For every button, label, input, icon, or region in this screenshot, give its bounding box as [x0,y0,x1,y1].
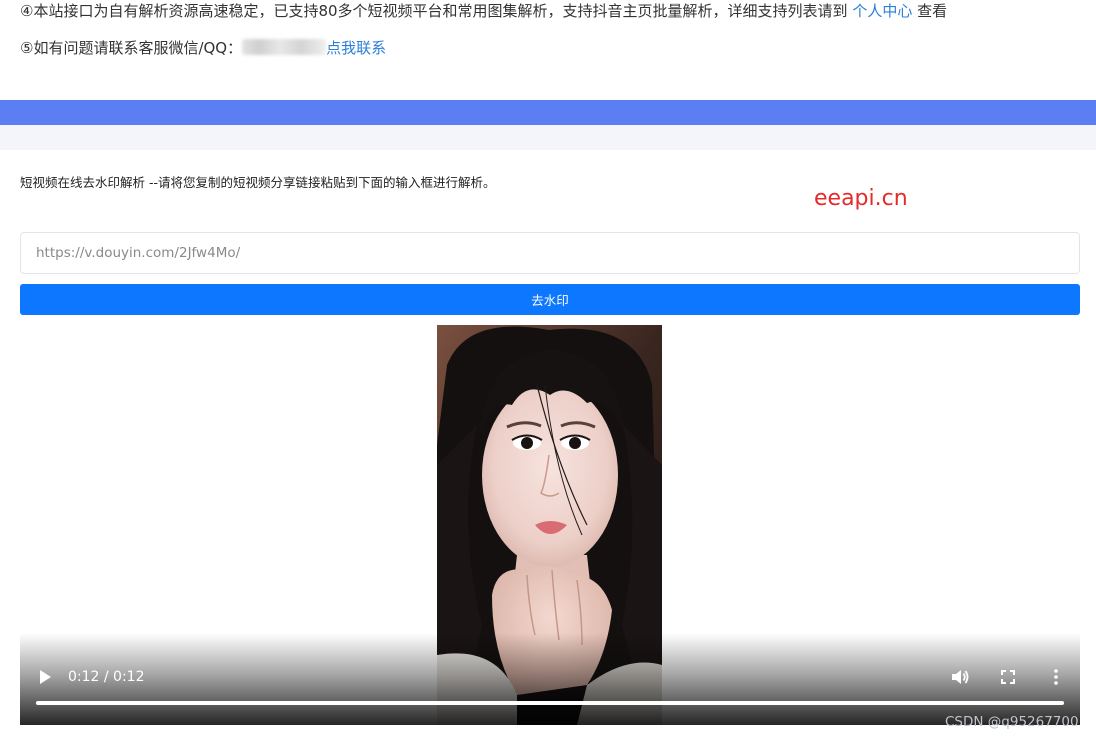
video-player[interactable]: 0:12 / 0:12 [20,325,1080,725]
csdn-author-credit: CSDN @q95267700 [945,714,1079,730]
video-progress-bar[interactable] [36,701,1064,705]
parser-instruction: 短视频在线去水印解析 --请将您复制的短视频分享链接粘贴到下面的输入框进行解析。 [20,175,496,190]
fullscreen-icon[interactable] [998,667,1018,687]
notice-item-4: ④本站接口为自有解析资源高速稳定，已支持80多个短视频平台和常用图集解析，支持抖… [20,0,947,22]
personal-center-link[interactable]: 个人中心 [852,2,912,20]
video-time-display: 0:12 / 0:12 [68,669,145,685]
notice-5-text: ⑤如有问题请联系客服微信/QQ： [20,39,243,57]
remove-watermark-button[interactable]: 去水印 [20,284,1080,315]
header-band [0,100,1096,125]
share-url-input[interactable] [20,232,1080,274]
contact-us-link[interactable]: 点我联系 [326,39,386,57]
video-controls-overlay [20,633,1080,725]
header-band-shadow [0,125,1096,150]
volume-icon[interactable] [950,667,970,687]
video-progress-fill [36,701,1064,705]
notice-4-suffix: 查看 [917,2,948,20]
notice-4-text: ④本站接口为自有解析资源高速稳定，已支持80多个短视频平台和常用图集解析，支持抖… [20,2,848,20]
site-watermark: eeapi.cn [814,186,908,211]
more-vertical-icon[interactable] [1046,667,1066,687]
play-icon[interactable] [36,668,54,686]
notice-item-5: ⑤如有问题请联系客服微信/QQ： 点我联系 [20,37,386,59]
blurred-contact-number [242,39,327,55]
